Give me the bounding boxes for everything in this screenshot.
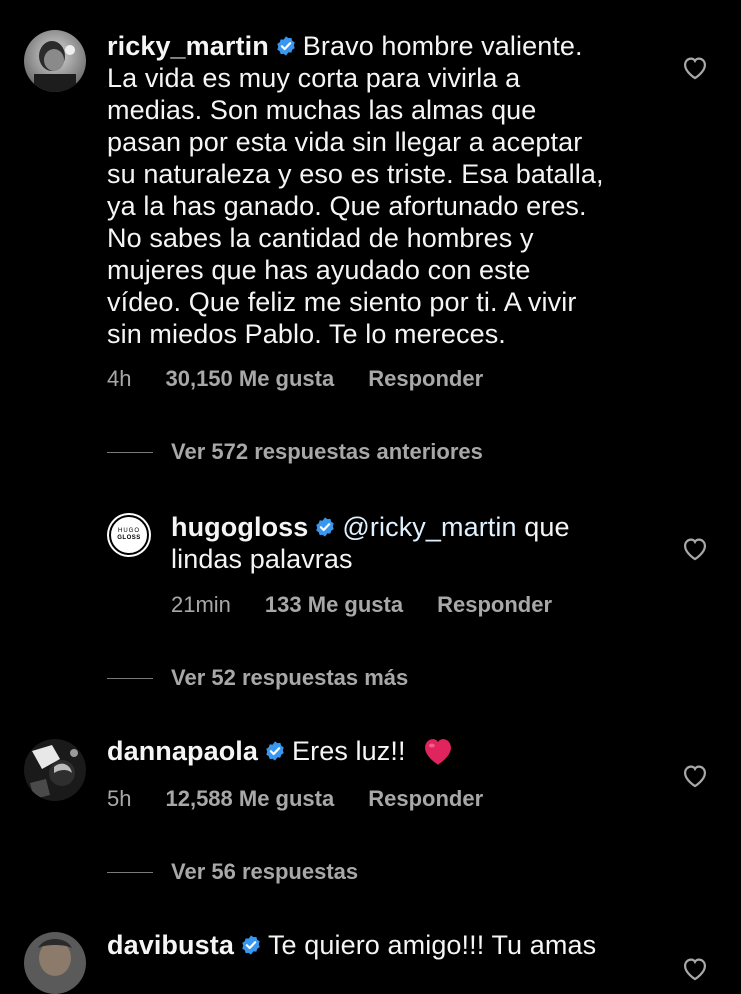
avatar-davibusta[interactable] xyxy=(24,932,86,994)
verified-badge-icon xyxy=(266,741,284,761)
likes-count[interactable]: 133 Me gusta xyxy=(265,592,403,618)
avatar-logo-text: HUGO xyxy=(118,528,140,534)
view-replies-button[interactable]: Ver 56 respuestas xyxy=(107,859,358,885)
comment-line: mujeres que has ayudado con este xyxy=(107,255,531,285)
comment-text: que xyxy=(524,512,570,542)
comment-line: No sabes la cantidad de hombres y xyxy=(107,223,534,253)
view-replies-label: Ver 52 respuestas más xyxy=(171,665,409,690)
comment-text: Te quiero amigo!!! Tu amas xyxy=(267,930,597,960)
avatar-ricky-martin[interactable] xyxy=(24,30,86,92)
comment-line: La vida es muy corta para vivirla a xyxy=(107,63,521,93)
divider-line xyxy=(107,677,153,679)
avatar-dannapaola[interactable] xyxy=(24,739,86,801)
like-heart-icon[interactable] xyxy=(681,54,709,80)
comment-text: Bravo hombre valiente. xyxy=(302,31,583,61)
comment-time: 4h xyxy=(107,366,132,391)
avatar-photo xyxy=(24,30,86,92)
avatar-photo xyxy=(24,739,86,801)
divider-line xyxy=(107,871,153,873)
reply-button[interactable]: Responder xyxy=(368,786,483,812)
likes-count[interactable]: 12,588 Me gusta xyxy=(165,786,334,812)
mention-link[interactable]: @ricky_martin xyxy=(342,512,516,542)
view-replies-button[interactable]: Ver 52 respuestas más xyxy=(107,665,408,691)
reply-button[interactable]: Responder xyxy=(437,592,552,618)
comment-line: medias. Son muchas las almas que xyxy=(107,95,537,125)
view-replies-button[interactable]: Ver 572 respuestas anteriores xyxy=(107,439,483,465)
username[interactable]: dannapaola xyxy=(107,736,258,766)
username[interactable]: davibusta xyxy=(107,930,234,960)
like-heart-icon[interactable] xyxy=(681,955,709,981)
comment-time: 21min xyxy=(171,592,231,617)
comment-line: pasan por esta vida sin llegar a aceptar xyxy=(107,127,583,157)
heart-emoji xyxy=(421,736,455,766)
view-replies-label: Ver 572 respuestas anteriores xyxy=(171,439,483,464)
comment-line: ya la has ganado. Que afortunado eres. xyxy=(107,191,587,221)
avatar-logo-text: GLOSS xyxy=(117,535,141,541)
red-heart-icon xyxy=(425,739,452,765)
username[interactable]: hugogloss xyxy=(171,512,308,542)
comment-text: Eres luz!! xyxy=(292,736,406,766)
like-heart-icon[interactable] xyxy=(681,535,709,561)
avatar-photo xyxy=(24,932,86,994)
verified-badge-icon xyxy=(277,36,295,56)
comment-line: su naturaleza y eso es triste. Esa batal… xyxy=(107,159,604,189)
reply-button[interactable]: Responder xyxy=(368,366,483,392)
view-replies-label: Ver 56 respuestas xyxy=(171,859,359,884)
comment-line: sin miedos Pablo. Te lo mereces. xyxy=(107,319,506,349)
comment-line: vídeo. Que feliz me siento por ti. A viv… xyxy=(107,287,577,317)
divider-line xyxy=(107,451,153,453)
avatar-hugogloss[interactable]: HUGO GLOSS xyxy=(107,513,151,557)
username[interactable]: ricky_martin xyxy=(107,31,269,61)
verified-badge-icon xyxy=(316,517,335,537)
comment-line: lindas palavras xyxy=(171,544,353,574)
comment-time: 5h xyxy=(107,786,132,811)
like-heart-icon[interactable] xyxy=(681,762,709,788)
likes-count[interactable]: 30,150 Me gusta xyxy=(165,366,334,392)
verified-badge-icon xyxy=(242,935,260,955)
